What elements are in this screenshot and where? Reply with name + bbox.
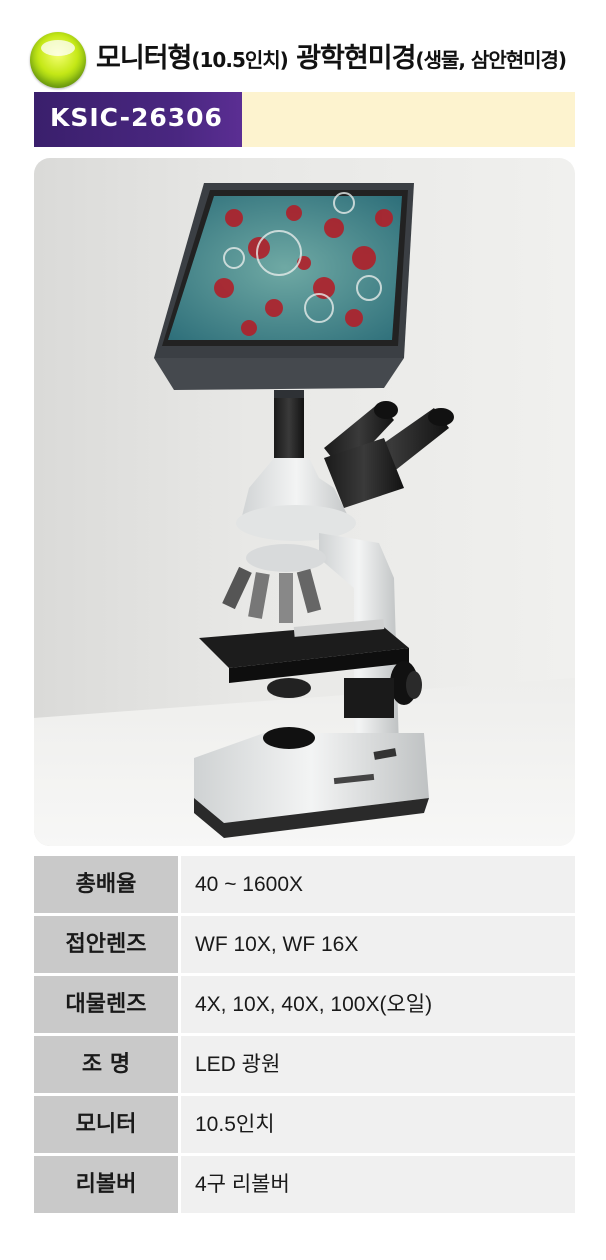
spec-value: LED 광원 — [181, 1036, 575, 1093]
spec-label: 모니터 — [34, 1096, 178, 1153]
spec-table: 총배율 40 ~ 1600X 접안렌즈 WF 10X, WF 16X 대물렌즈 … — [34, 856, 575, 1216]
spec-label: 총배율 — [34, 856, 178, 913]
monitor-icon — [154, 183, 414, 410]
spec-value: 4X, 10X, 40X, 100X(오일) — [181, 976, 575, 1033]
spec-row: 대물렌즈 4X, 10X, 40X, 100X(오일) — [34, 976, 575, 1033]
spec-value: WF 10X, WF 16X — [181, 916, 575, 973]
title-main: 모니터형 — [96, 43, 192, 74]
spec-label: 접안렌즈 — [34, 916, 178, 973]
microscope-illustration — [34, 183, 575, 846]
page-title: 모니터형(10.5인치) 광학현미경(생물, 삼안현미경) — [96, 36, 567, 75]
spec-value: 40 ~ 1600X — [181, 856, 575, 913]
spec-value: 4구 리볼버 — [181, 1156, 575, 1213]
spec-row: 리볼버 4구 리볼버 — [34, 1156, 575, 1213]
title-size: (10.5인치) — [191, 48, 288, 72]
title-type: 광학현미경 — [287, 43, 416, 74]
product-code-box: KSIC-26306 — [34, 92, 242, 147]
spec-row: 총배율 40 ~ 1600X — [34, 856, 575, 913]
product-photo — [34, 158, 575, 846]
product-code: KSIC-26306 — [50, 103, 223, 132]
green-orb-logo-icon — [30, 32, 86, 88]
spec-label: 조 명 — [34, 1036, 178, 1093]
title-category: (생물, 삼안현미경) — [415, 48, 567, 72]
spec-row: 조 명 LED 광원 — [34, 1036, 575, 1093]
spec-row: 접안렌즈 WF 10X, WF 16X — [34, 916, 575, 973]
spec-label: 리볼버 — [34, 1156, 178, 1213]
page-header: 모니터형(10.5인치) 광학현미경(생물, 삼안현미경) — [30, 28, 576, 88]
spec-row: 모니터 10.5인치 — [34, 1096, 575, 1153]
spec-value: 10.5인치 — [181, 1096, 575, 1153]
product-code-bar: KSIC-26306 — [34, 92, 575, 147]
spec-label: 대물렌즈 — [34, 976, 178, 1033]
